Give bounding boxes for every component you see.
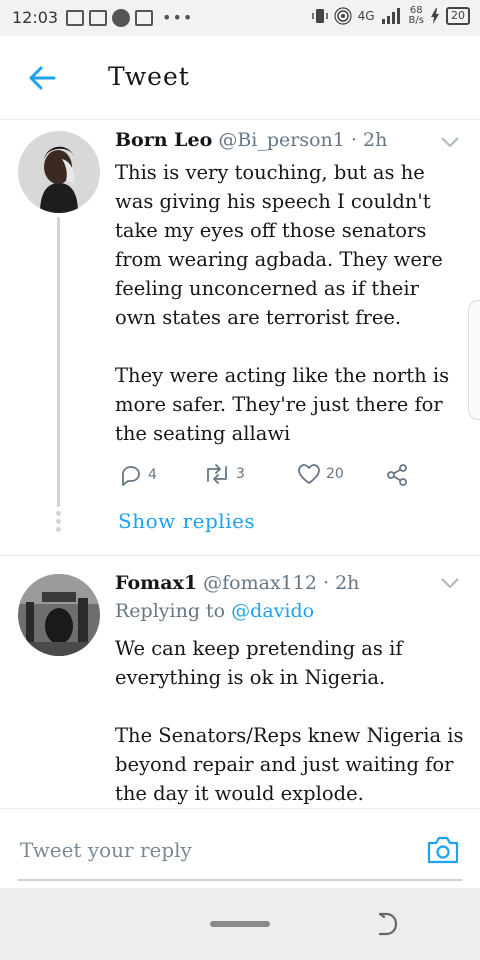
- separator: ·: [350, 129, 357, 151]
- thread-dots: [55, 511, 62, 535]
- author-handle[interactable]: @Bi_person1: [218, 129, 345, 151]
- tweet-paragraph: This is very touching, but as he was giv…: [115, 161, 443, 329]
- system-icons: 4G 68 B/s 20: [311, 6, 470, 26]
- charging-icon: [431, 8, 439, 24]
- battery-level: 20: [446, 7, 470, 25]
- tweet-paragraph: They were acting like the north is more …: [115, 364, 450, 445]
- reply-count: 4: [148, 467, 157, 483]
- network-speed: 68 B/s: [409, 6, 424, 26]
- network-speed-unit: B/s: [408, 15, 424, 26]
- reply-tweet[interactable]: Born Leo @Bi_person1 · 2h This is very t…: [0, 121, 480, 555]
- tweet-time: 2h: [335, 572, 360, 594]
- scroll-edge: [468, 300, 480, 420]
- author-name[interactable]: Born Leo: [115, 129, 212, 151]
- mention-link[interactable]: @davido: [231, 600, 314, 622]
- status-bar: 12:03 ••• 4G 68 B/s 20: [0, 0, 480, 36]
- reply-composer: [0, 808, 480, 888]
- reply-input[interactable]: [18, 831, 462, 881]
- notification-icon: [135, 9, 153, 26]
- notification-icon: [66, 9, 84, 26]
- reply-action[interactable]: 4: [119, 463, 157, 487]
- vibrate-icon: [311, 9, 328, 23]
- signal-icon: [381, 8, 400, 24]
- back-gesture-icon[interactable]: [374, 910, 400, 938]
- retweet-icon[interactable]: [203, 463, 231, 485]
- home-gesture-pill[interactable]: [210, 921, 270, 927]
- reply-icon[interactable]: [119, 463, 143, 487]
- camera-icon[interactable]: [426, 835, 460, 865]
- show-replies-link[interactable]: Show replies: [118, 509, 255, 533]
- reply-tweet[interactable]: Fomax1 @fomax112 · 2h Replying to @david…: [0, 556, 480, 808]
- like-count: 20: [326, 466, 344, 482]
- tweet-paragraph: We can keep pretending as if everything …: [115, 637, 403, 689]
- tweet-header: Born Leo @Bi_person1 · 2h: [115, 129, 387, 151]
- notification-icon: [112, 8, 130, 27]
- network-type-label: 4G: [357, 9, 375, 23]
- tweet-header: Fomax1 @fomax112 · 2h: [115, 572, 359, 594]
- chevron-down-icon[interactable]: [440, 576, 460, 590]
- heart-icon[interactable]: [297, 463, 321, 485]
- share-action[interactable]: [385, 463, 409, 487]
- share-icon[interactable]: [385, 463, 409, 487]
- app-header: Tweet: [0, 36, 480, 120]
- tweet-text: This is very touching, but as he was giv…: [115, 158, 465, 448]
- separator: ·: [322, 572, 330, 594]
- more-notifications-icon: •••: [162, 8, 194, 27]
- like-action[interactable]: 20: [297, 463, 344, 485]
- system-nav-bar: [0, 888, 480, 960]
- hotspot-icon: [334, 7, 352, 25]
- avatar[interactable]: [18, 131, 100, 213]
- notification-icons: •••: [66, 8, 193, 27]
- tweet-paragraph: The Senators/Reps knew Nigeria is beyond…: [115, 724, 464, 805]
- replying-to-label: Replying to: [115, 600, 226, 622]
- retweet-action[interactable]: 3: [203, 463, 245, 485]
- retweet-count: 3: [236, 466, 245, 482]
- back-arrow-icon[interactable]: [26, 62, 58, 94]
- thread-line: [57, 217, 60, 507]
- page-title: Tweet: [108, 62, 190, 91]
- author-name[interactable]: Fomax1: [115, 572, 197, 594]
- tweet-time: 2h: [363, 129, 388, 151]
- chevron-down-icon[interactable]: [440, 135, 460, 149]
- avatar[interactable]: [18, 574, 100, 656]
- tweet-actions: 4 3 20: [115, 463, 435, 489]
- notification-icon: [89, 9, 107, 26]
- status-time: 12:03: [12, 8, 59, 27]
- replying-to: Replying to @davido: [115, 600, 314, 622]
- tweet-text: We can keep pretending as if everything …: [115, 634, 465, 808]
- author-handle[interactable]: @fomax112: [203, 572, 317, 594]
